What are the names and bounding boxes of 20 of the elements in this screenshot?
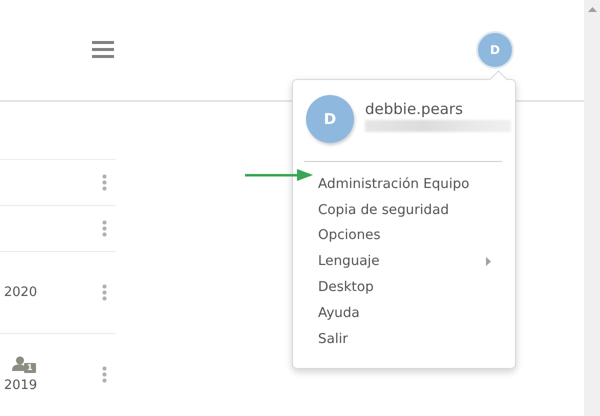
menu-icon[interactable] xyxy=(92,40,114,58)
menu-item[interactable]: Opciones xyxy=(318,227,381,244)
user-avatar: D xyxy=(306,95,354,143)
scrollbar[interactable] xyxy=(584,0,600,416)
menu-item[interactable]: Administración Equipo xyxy=(318,176,470,192)
more-options-icon[interactable] xyxy=(102,366,107,383)
annotation-arrow xyxy=(245,169,313,181)
year-text: 2020 xyxy=(4,285,38,300)
menu-item[interactable]: Ayuda xyxy=(318,304,360,321)
year-text: 2019 xyxy=(4,378,38,393)
more-options-icon[interactable] xyxy=(102,220,107,237)
more-options-icon[interactable] xyxy=(102,284,107,301)
menu-item[interactable]: Lenguaje xyxy=(318,253,380,270)
scroll-up-icon[interactable] xyxy=(588,7,596,12)
more-options-icon[interactable] xyxy=(102,174,107,191)
submenu-caret-icon xyxy=(486,256,491,266)
menu-item[interactable]: Desktop xyxy=(318,279,374,296)
username: debbie.pears xyxy=(365,100,464,118)
menu-item[interactable]: Copia de seguridad xyxy=(318,202,449,218)
menu-item[interactable]: Salir xyxy=(318,330,348,347)
